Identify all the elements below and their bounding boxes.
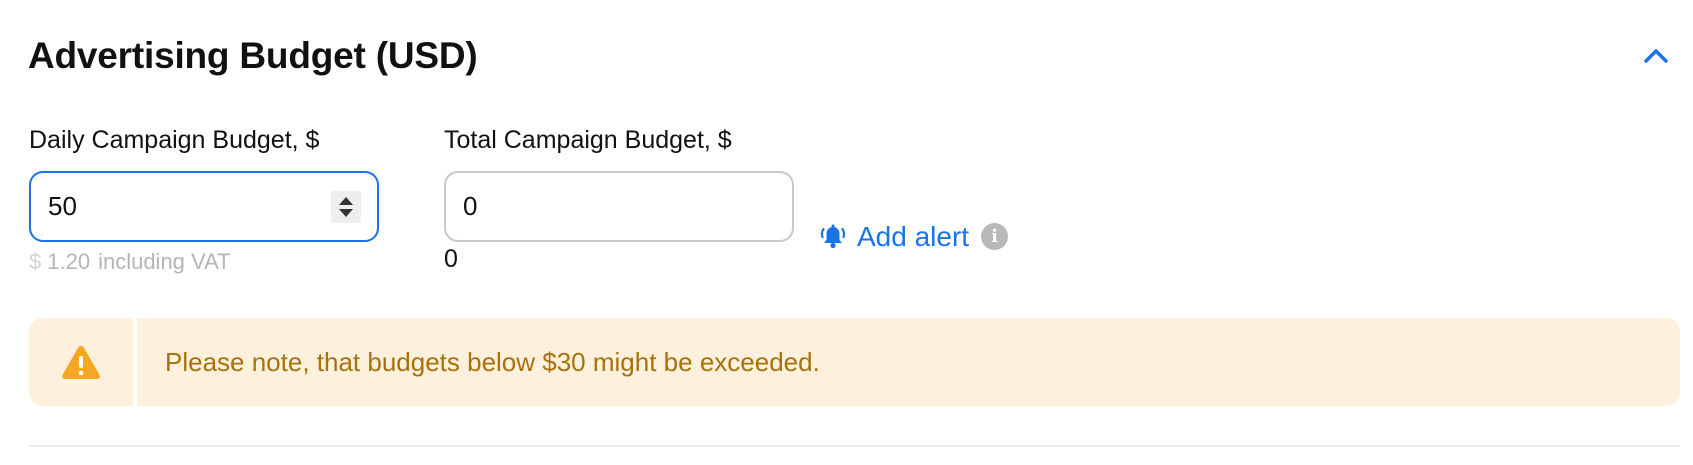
daily-budget-label: Daily Campaign Budget, $ xyxy=(29,126,320,154)
bell-icon xyxy=(820,224,846,249)
total-budget-label: Total Campaign Budget, $ xyxy=(444,126,732,154)
chevron-up-icon xyxy=(1644,49,1668,63)
total-budget-echo: 0 xyxy=(444,245,458,273)
vat-amount: 1.20 xyxy=(47,249,91,274)
stepper-arrows-icon[interactable] xyxy=(331,191,361,223)
notice-icon-cell xyxy=(29,318,133,406)
vat-suffix: including VAT xyxy=(98,249,231,274)
info-icon[interactable]: i xyxy=(981,223,1008,250)
vat-currency: $ xyxy=(29,249,42,274)
add-alert-link[interactable]: Add alert xyxy=(819,220,969,254)
budget-warning-notice: Please note, that budgets below $30 migh… xyxy=(29,318,1680,406)
warning-icon xyxy=(62,346,100,379)
daily-budget-value: 50 xyxy=(48,191,77,221)
daily-budget-input[interactable]: 50 xyxy=(29,171,379,242)
add-alert-label: Add alert xyxy=(857,221,970,252)
collapse-toggle-button[interactable] xyxy=(1640,40,1672,72)
vat-hint: $1.20 including VAT xyxy=(29,248,231,276)
total-budget-value: 0 xyxy=(463,191,478,221)
notice-divider xyxy=(133,318,137,406)
section-title: Advertising Budget (USD) xyxy=(28,35,478,76)
stepper-down-arrow[interactable] xyxy=(339,209,353,217)
advertising-budget-panel: Advertising Budget (USD) Daily Campaign … xyxy=(0,0,1693,465)
section-divider xyxy=(29,445,1680,447)
stepper-up-arrow[interactable] xyxy=(339,197,353,205)
total-budget-input[interactable]: 0 xyxy=(444,171,794,242)
notice-text: Please note, that budgets below $30 migh… xyxy=(165,346,820,377)
